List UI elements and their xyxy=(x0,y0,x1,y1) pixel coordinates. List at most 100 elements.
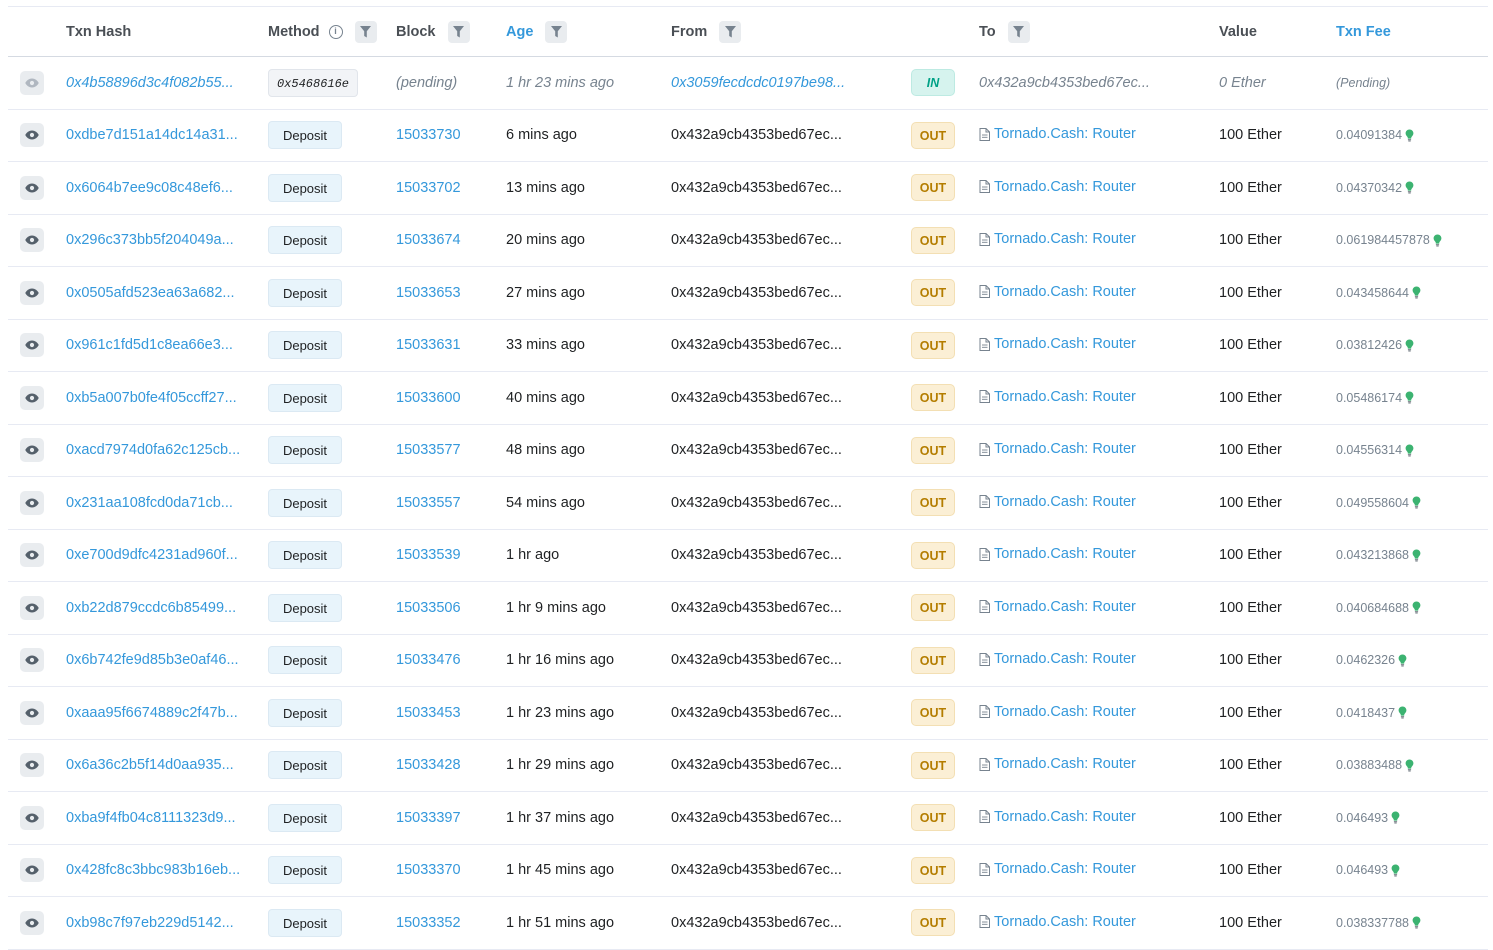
to-contract-link[interactable]: Tornado.Cash: Router xyxy=(994,284,1136,300)
block-link[interactable]: 15033397 xyxy=(396,810,461,826)
txn-hash-link[interactable]: 0x6b742fe9d85b3e0af46... xyxy=(66,652,268,668)
lightbulb-icon[interactable] xyxy=(1412,286,1421,299)
block-link[interactable]: 15033453 xyxy=(396,705,461,721)
txn-hash-link[interactable]: 0xb98c7f97eb229d5142... xyxy=(66,915,268,931)
lightbulb-icon[interactable] xyxy=(1405,759,1414,772)
txn-hash-link[interactable]: 0xaaa95f6674889c2f47b... xyxy=(66,705,268,721)
view-details-button[interactable] xyxy=(20,123,44,148)
to-contract-link[interactable]: Tornado.Cash: Router xyxy=(994,126,1136,142)
header-txn-fee[interactable]: Txn Fee xyxy=(1336,7,1488,57)
to-contract-link[interactable]: Tornado.Cash: Router xyxy=(994,494,1136,510)
to-contract-link[interactable]: Tornado.Cash: Router xyxy=(994,599,1136,615)
txn-hash-link[interactable]: 0x296c373bb5f204049a... xyxy=(66,232,268,248)
info-icon[interactable]: i xyxy=(328,24,343,39)
txn-fee-text: 0.03883488 xyxy=(1336,758,1403,773)
txn-hash-link[interactable]: 0x4b58896d3c4f082b55... xyxy=(66,75,268,91)
to-contract-link[interactable]: Tornado.Cash: Router xyxy=(994,651,1136,667)
lightbulb-icon[interactable] xyxy=(1405,444,1414,457)
to-contract-link[interactable]: Tornado.Cash: Router xyxy=(994,809,1136,825)
view-details-button[interactable] xyxy=(20,333,44,358)
txn-hash-link[interactable]: 0xb5a007b0fe4f05ccff27... xyxy=(66,390,268,406)
lightbulb-icon[interactable] xyxy=(1405,129,1414,142)
lightbulb-icon[interactable] xyxy=(1412,601,1421,614)
block-link[interactable]: 15033631 xyxy=(396,337,461,353)
method-filter-button[interactable] xyxy=(354,20,377,43)
block-link[interactable]: 15033506 xyxy=(396,600,461,616)
lightbulb-icon[interactable] xyxy=(1412,549,1421,562)
lightbulb-icon[interactable] xyxy=(1391,811,1400,824)
from-address: 0x432a9cb4353bed67ec... xyxy=(671,704,842,721)
txn-hash-link[interactable]: 0x428fc8c3bbc983b16eb... xyxy=(66,862,268,878)
block-link[interactable]: 15033539 xyxy=(396,547,461,563)
txn-hash-link[interactable]: 0xacd7974d0fa62c125cb... xyxy=(66,442,268,458)
txn-hash-link[interactable]: 0xba9f4fb04c8111323d9... xyxy=(66,810,268,826)
to-contract-link[interactable]: Tornado.Cash: Router xyxy=(994,914,1136,930)
block-link[interactable]: 15033557 xyxy=(396,495,461,511)
txn-hash-link[interactable]: 0xb22d879ccdc6b85499... xyxy=(66,600,268,616)
txn-fee-text: 0.043213868 xyxy=(1336,548,1409,563)
to-contract-link[interactable]: Tornado.Cash: Router xyxy=(994,389,1136,405)
view-details-button[interactable] xyxy=(20,228,44,253)
lightbulb-icon[interactable] xyxy=(1391,864,1400,877)
block-link[interactable]: 15033702 xyxy=(396,180,461,196)
from-filter-button[interactable] xyxy=(719,20,742,43)
view-details-button[interactable] xyxy=(20,753,44,778)
block-link[interactable]: 15033352 xyxy=(396,915,461,931)
view-details-button[interactable] xyxy=(20,438,44,463)
to-contract-link[interactable]: Tornado.Cash: Router xyxy=(994,336,1136,352)
from-address[interactable]: 0x3059fecdcdc0197be98... xyxy=(671,75,861,91)
view-cell xyxy=(8,687,58,740)
view-details-button[interactable] xyxy=(20,70,44,95)
view-details-button[interactable] xyxy=(20,280,44,305)
txn-hash-link[interactable]: 0x0505afd523ea63a682... xyxy=(66,285,268,301)
header-from-label: From xyxy=(671,23,708,40)
to-contract-link[interactable]: Tornado.Cash: Router xyxy=(994,179,1136,195)
lightbulb-icon[interactable] xyxy=(1405,181,1414,194)
block-filter-button[interactable] xyxy=(447,20,470,43)
view-details-button[interactable] xyxy=(20,858,44,883)
txn-hash-link[interactable]: 0xe700d9dfc4231ad960f... xyxy=(66,547,268,563)
age-filter-button[interactable] xyxy=(545,20,568,43)
header-age[interactable]: Age xyxy=(506,7,671,57)
view-details-button[interactable] xyxy=(20,910,44,935)
block-link[interactable]: 15033428 xyxy=(396,757,461,773)
block-link[interactable]: 15033476 xyxy=(396,652,461,668)
to-contract-link[interactable]: Tornado.Cash: Router xyxy=(994,861,1136,877)
txn-hash-link[interactable]: 0x6a36c2b5f14d0aa935... xyxy=(66,757,268,773)
lightbulb-icon[interactable] xyxy=(1398,654,1407,667)
block-link[interactable]: 15033370 xyxy=(396,862,461,878)
to-contract-link[interactable]: Tornado.Cash: Router xyxy=(994,546,1136,562)
lightbulb-icon[interactable] xyxy=(1405,391,1414,404)
from-address: 0x432a9cb4353bed67ec... xyxy=(671,179,842,196)
to-contract-link[interactable]: Tornado.Cash: Router xyxy=(994,441,1136,457)
lightbulb-icon[interactable] xyxy=(1398,706,1407,719)
view-details-button[interactable] xyxy=(20,648,44,673)
block-link[interactable]: 15033730 xyxy=(396,127,461,143)
header-age-label[interactable]: Age xyxy=(506,24,533,40)
view-details-button[interactable] xyxy=(20,175,44,200)
block-link[interactable]: 15033577 xyxy=(396,442,461,458)
block-link[interactable]: 15033674 xyxy=(396,232,461,248)
view-details-button[interactable] xyxy=(20,543,44,568)
lightbulb-icon[interactable] xyxy=(1433,234,1442,247)
to-filter-button[interactable] xyxy=(1007,20,1030,43)
to-contract-link[interactable]: Tornado.Cash: Router xyxy=(994,231,1136,247)
header-txn-fee-label[interactable]: Txn Fee xyxy=(1336,24,1391,40)
block-link[interactable]: 15033653 xyxy=(396,285,461,301)
view-details-button[interactable] xyxy=(20,805,44,830)
view-details-button[interactable] xyxy=(20,595,44,620)
view-details-button[interactable] xyxy=(20,385,44,410)
txn-hash-link[interactable]: 0x231aa108fcd0da71cb... xyxy=(66,495,268,511)
lightbulb-icon[interactable] xyxy=(1412,496,1421,509)
lightbulb-icon[interactable] xyxy=(1405,339,1414,352)
block-link[interactable]: 15033600 xyxy=(396,390,461,406)
txn-hash-link[interactable]: 0x6064b7ee9c08c48ef6... xyxy=(66,180,268,196)
to-contract-link[interactable]: Tornado.Cash: Router xyxy=(994,756,1136,772)
view-details-button[interactable] xyxy=(20,490,44,515)
value-text: 100 Ether xyxy=(1219,232,1282,249)
view-details-button[interactable] xyxy=(20,700,44,725)
to-contract-link[interactable]: Tornado.Cash: Router xyxy=(994,704,1136,720)
txn-hash-link[interactable]: 0xdbe7d151a14dc14a31... xyxy=(66,127,268,143)
txn-hash-link[interactable]: 0x961c1fd5d1c8ea66e3... xyxy=(66,337,268,353)
lightbulb-icon[interactable] xyxy=(1412,916,1421,929)
